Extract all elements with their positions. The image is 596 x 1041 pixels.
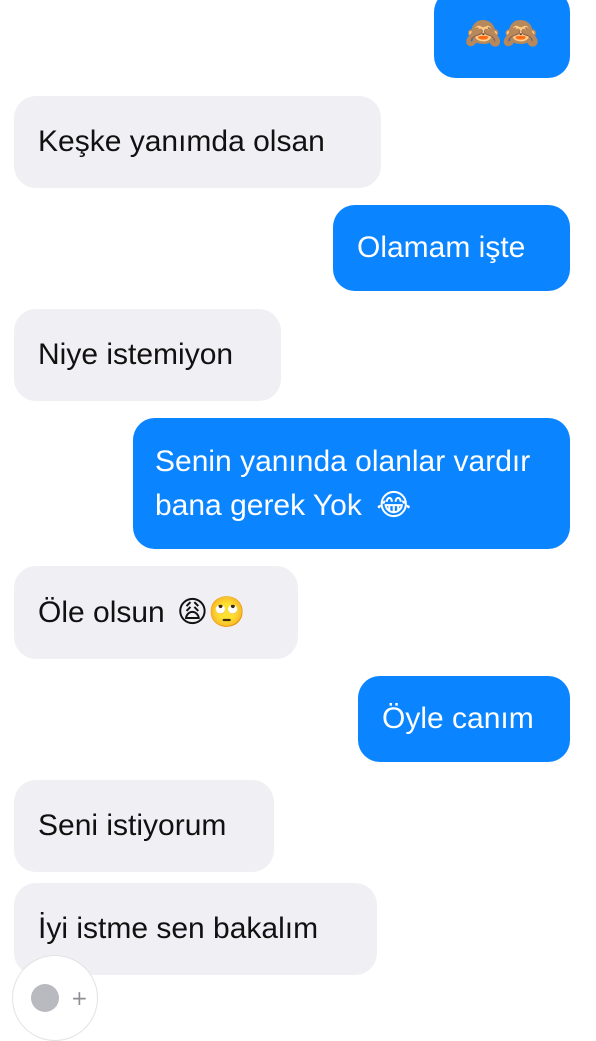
message-text: İyi istme sen bakalım [38, 912, 319, 945]
message-text: Senin yanında olanlar vardır bana gerek … [155, 444, 531, 522]
message-bubble-sent[interactable]: Senin yanında olanlar vardır bana gerek … [133, 418, 570, 549]
laughing-emoji: 😂 [376, 487, 412, 523]
smiley-icon [31, 984, 59, 1012]
message-bubble-received[interactable]: Keşke yanımda olsan [14, 96, 381, 188]
message-bubble-received[interactable]: Seni istiyorum [14, 780, 274, 872]
message-bubble-sent[interactable]: Olamam işte [333, 205, 570, 291]
message-text: Seni istiyorum [38, 809, 227, 842]
message-text: Öyle canım [382, 702, 534, 735]
message-emoji: 🙈🙈 [464, 16, 540, 51]
message-text: Niye istemiyon [38, 338, 234, 371]
message-emoji: 😩🙄 [176, 594, 246, 630]
message-bubble-received[interactable]: Niye istemiyon [14, 309, 281, 401]
plus-icon: + [71, 986, 88, 1010]
message-bubble-received[interactable]: Öle olsun 😩🙄 [14, 566, 298, 659]
message-bubble-sent[interactable]: 🙈🙈 [434, 0, 570, 78]
add-reaction-button[interactable]: + [12, 955, 98, 1041]
message-bubble-sent[interactable]: Öyle canım [358, 676, 570, 762]
message-content: Senin yanında olanlar vardır bana gerek … [155, 440, 550, 528]
message-text: Öle olsun [38, 595, 165, 629]
message-text: Olamam işte [357, 231, 526, 264]
message-text: Keşke yanımda olsan [38, 125, 325, 158]
